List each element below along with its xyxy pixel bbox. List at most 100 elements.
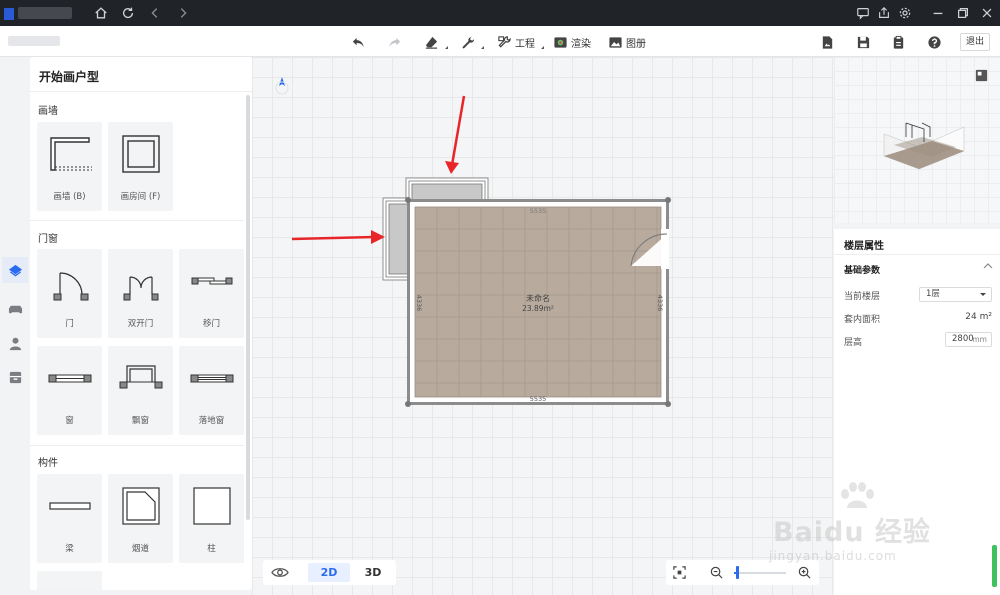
french-window-icon [190,374,234,383]
card-label: 梁 [65,544,74,554]
zoom-out-icon[interactable] [709,565,724,580]
tool-draw-wall[interactable]: 画墙 (B) [37,122,102,211]
card-label: 柱 [207,544,216,554]
redo-icon [389,37,401,47]
eraser-button[interactable] [424,32,448,52]
rail-profile[interactable] [2,330,28,356]
room-area: 23.89m² [522,304,554,313]
panel-gap [834,223,1000,229]
chevron-down-icon [980,293,986,296]
minimize-icon[interactable] [929,4,947,22]
exit-button[interactable]: 退出 [960,33,990,51]
render-icon [554,36,567,48]
render-label: 渲染 [571,38,591,50]
bay-window-left[interactable] [382,197,411,281]
3d-preview[interactable] [834,57,1000,223]
save-icon [857,36,870,48]
left-rail [0,57,30,595]
draw-room-icon [122,135,160,173]
tool-window[interactable]: 窗 [37,346,102,435]
save-button[interactable] [856,32,871,52]
tools-button[interactable] [460,32,484,52]
clipboard-icon [893,35,904,49]
redo-button[interactable] [387,32,402,52]
sofa-icon [8,305,22,313]
gallery-button[interactable]: 图册 [608,32,646,52]
watermark-url: jingyan.baidu.com [769,549,897,563]
tool-more[interactable] [37,571,102,590]
tool-double-door[interactable]: 双开门 [108,249,173,338]
render-button[interactable]: 渲染 [553,32,591,52]
room-name[interactable]: 未命名 [526,293,550,303]
project-label: 工程 [515,38,535,50]
help-button[interactable] [927,32,942,52]
floor-height-value: 2800 [952,334,974,344]
tool-sliding-door[interactable]: 移门 [179,249,244,338]
corner-node[interactable] [665,401,671,407]
export-button[interactable] [820,32,835,52]
window-icon [48,374,92,383]
tool-french-window[interactable]: 落地窗 [179,346,244,435]
card-label: 画墙 (B) [53,192,86,202]
section-title-doors-windows: 门窗 [38,234,58,245]
home-icon[interactable] [92,4,110,22]
tool-bay-window[interactable]: 飘窗 [108,346,173,435]
document-image-icon [822,35,833,49]
refresh-icon[interactable] [119,4,137,22]
window-title-blurred [18,7,72,19]
panel-scrollbar[interactable] [246,95,250,520]
card-label: 飘窗 [131,416,149,426]
tool-door[interactable]: 门 [37,249,102,338]
rail-draw-floorplan[interactable] [2,257,28,283]
current-floor-value: 1层 [926,289,940,299]
project-button[interactable]: 工程 [497,32,544,52]
view-2d-button[interactable]: 2D [308,563,350,582]
close-icon[interactable] [978,4,996,22]
layers-icon [8,264,22,276]
corner-node[interactable] [405,401,411,407]
corner-node[interactable] [405,197,411,203]
back-icon[interactable] [146,4,164,22]
zoom-slider-track[interactable] [734,572,786,574]
annotation-arrow-right [291,230,385,244]
fit-view-icon[interactable] [672,565,687,580]
gallery-icon [609,36,622,48]
current-floor-select[interactable]: 1层 [919,287,992,302]
flue-icon [122,487,160,525]
undo-button[interactable] [351,32,366,52]
basic-params-title: 基础参数 [844,266,881,276]
draw-wall-icon [50,137,92,171]
restore-icon[interactable] [954,4,972,22]
tool-flue[interactable]: 烟道 [108,474,173,563]
share-icon[interactable] [875,4,893,22]
tool-draw-room[interactable]: 画房间 (F) [108,122,173,211]
tool-beam[interactable]: 梁 [37,474,102,563]
settings-icon[interactable] [896,4,914,22]
dimension-top: 5535 [530,207,547,215]
dimension-right: 4336 [656,295,664,312]
section-divider [30,220,244,221]
feedback-icon[interactable] [854,4,872,22]
collapse-chevron-icon[interactable] [983,262,993,270]
status-indicator-bar [992,545,997,587]
app-logo [4,8,14,20]
section-divider [834,254,1000,255]
panel-title: 开始画户型 [30,57,252,92]
floor-height-input[interactable]: 2800 mm [945,332,992,347]
view-3d-button[interactable]: 3D [355,563,391,582]
floorplan-drawing[interactable]: 5535 5535 4336 4336 未命名 23.89m² [252,57,834,595]
visibility-eye-icon[interactable] [271,565,289,580]
tool-column[interactable]: 柱 [179,474,244,563]
rail-cabinet[interactable] [2,364,28,390]
help-icon [928,35,941,49]
floor-properties-title: 楼层属性 [844,241,884,252]
zoom-slider-thumb[interactable] [736,566,739,579]
section-divider [30,445,244,446]
corner-node[interactable] [665,197,671,203]
rail-furniture[interactable] [2,295,28,321]
preview-layout-icon[interactable] [974,68,989,83]
forward-icon[interactable] [174,4,192,22]
door-icon [53,272,89,301]
floorplan-canvas[interactable]: 5535 5535 4336 4336 未命名 23.89m² [252,57,834,595]
clipboard-button[interactable] [891,32,906,52]
